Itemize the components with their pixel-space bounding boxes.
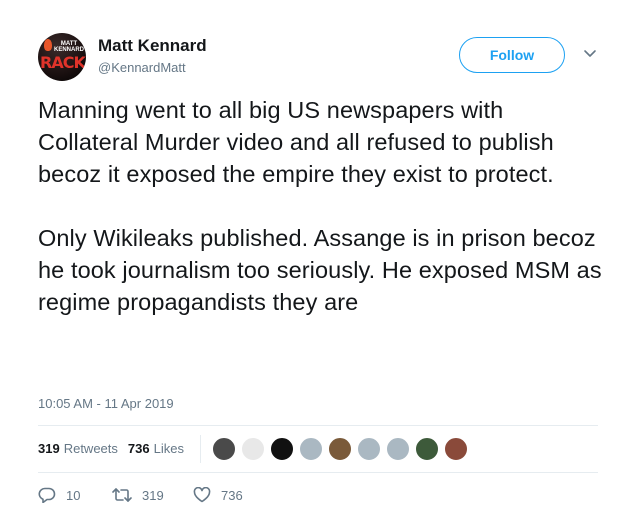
- author-handle[interactable]: @KennardMatt: [98, 60, 186, 75]
- retweet-button[interactable]: 319: [112, 487, 193, 503]
- tweet-timestamp[interactable]: 10:05 AM - 11 Apr 2019: [38, 396, 174, 411]
- reply-button[interactable]: 10: [38, 487, 112, 503]
- liker-avatar[interactable]: [444, 437, 468, 461]
- tweet-stats: 319 Retweets 736 Likes: [38, 441, 194, 456]
- heart-icon: [193, 487, 211, 503]
- stats-separator: [200, 435, 201, 463]
- likes-stat[interactable]: 736 Likes: [128, 441, 184, 456]
- liker-avatars: [212, 437, 473, 461]
- reply-icon: [38, 487, 56, 503]
- avatar-text-top: MATT KENNARD: [54, 41, 84, 53]
- author-name[interactable]: Matt Kennard: [98, 36, 207, 56]
- divider: [38, 425, 598, 426]
- liker-avatar[interactable]: [270, 437, 294, 461]
- like-button[interactable]: 736: [193, 487, 243, 503]
- retweet-count: 319: [142, 487, 164, 503]
- avatar[interactable]: MATT KENNARD RACKET: [38, 33, 86, 81]
- reply-count: 10: [66, 487, 81, 503]
- liker-avatar[interactable]: [328, 437, 352, 461]
- retweets-stat[interactable]: 319 Retweets: [38, 441, 118, 456]
- liker-avatar[interactable]: [212, 437, 236, 461]
- retweet-icon: [112, 488, 132, 502]
- liker-avatar[interactable]: [299, 437, 323, 461]
- avatar-text-main: RACKET: [40, 53, 86, 72]
- like-count: 736: [221, 487, 243, 503]
- retweets-count: 319: [38, 441, 60, 456]
- chevron-down-icon[interactable]: [583, 49, 597, 59]
- divider: [38, 472, 598, 473]
- likes-count: 736: [127, 441, 150, 456]
- liker-avatar[interactable]: [386, 437, 410, 461]
- liker-avatar[interactable]: [241, 437, 265, 461]
- tweet-actions: 10 319 736: [38, 487, 243, 503]
- avatar-flame: [44, 39, 52, 51]
- follow-button[interactable]: Follow: [459, 37, 565, 73]
- retweets-label: Retweets: [63, 441, 118, 456]
- tweet-text: Manning went to all big US newspapers wi…: [38, 97, 602, 315]
- liker-avatar[interactable]: [415, 437, 439, 461]
- likes-label: Likes: [153, 441, 184, 456]
- liker-avatar[interactable]: [357, 437, 381, 461]
